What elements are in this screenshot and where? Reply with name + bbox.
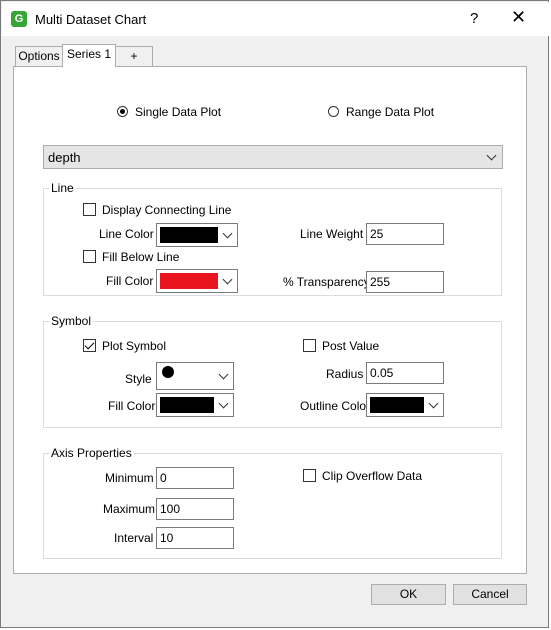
minimum-label: Minimum: [105, 471, 154, 485]
dataset-value: depth: [48, 150, 81, 165]
line-fill-color-label: Fill Color: [106, 274, 154, 288]
cancel-button[interactable]: Cancel: [453, 584, 527, 605]
ok-button[interactable]: OK: [371, 584, 446, 605]
chevron-down-icon: [218, 369, 229, 380]
line-weight-input[interactable]: [366, 223, 444, 245]
single-plot-radio[interactable]: [117, 106, 128, 117]
line-group-title: Line: [49, 181, 76, 195]
interval-label: Interval: [114, 531, 154, 545]
symbol-group-title: Symbol: [49, 314, 94, 328]
clip-overflow-checkbox[interactable]: [303, 469, 316, 482]
line-fill-color-swatch: [160, 273, 218, 289]
range-plot-radio[interactable]: [328, 106, 339, 117]
transparency-label: % Transparency: [283, 275, 370, 289]
post-value-label: Post Value: [322, 339, 380, 353]
clip-overflow-label: Clip Overflow Data: [322, 469, 423, 483]
line-weight-label: Line Weight: [300, 227, 364, 241]
symbol-fill-color-swatch: [160, 397, 214, 413]
tab-options[interactable]: Options: [15, 46, 63, 66]
minimum-input[interactable]: [156, 467, 234, 489]
filled-circle-icon: [162, 366, 174, 378]
fill-below-checkbox[interactable]: [83, 250, 96, 263]
axis-group-title: Axis Properties: [49, 446, 134, 460]
symbol-fill-color-combo[interactable]: [156, 393, 234, 417]
chevron-down-icon: [486, 150, 497, 161]
range-plot-label[interactable]: Range Data Plot: [346, 105, 434, 119]
single-plot-label[interactable]: Single Data Plot: [135, 105, 221, 119]
line-color-combo[interactable]: [156, 223, 238, 247]
symbol-fill-color-label: Fill Color: [108, 399, 156, 413]
dialog-window: G Multi Dataset Chart ? ✕ Options Series…: [0, 0, 549, 628]
checkmark-icon: [84, 339, 95, 350]
post-value-checkbox[interactable]: [303, 339, 316, 352]
fill-below-label: Fill Below Line: [102, 250, 180, 264]
display-connecting-checkbox[interactable]: [83, 203, 96, 216]
outline-color-combo[interactable]: [366, 393, 444, 417]
title-bar: G Multi Dataset Chart ? ✕: [2, 2, 549, 36]
app-icon: G: [11, 11, 27, 27]
line-fill-color-combo[interactable]: [156, 269, 238, 293]
maximum-label: Maximum: [103, 502, 156, 516]
style-label: Style: [125, 372, 152, 386]
tab-series-1[interactable]: Series 1: [62, 44, 116, 67]
transparency-input[interactable]: [366, 271, 444, 293]
chevron-down-icon: [218, 398, 229, 409]
help-button[interactable]: ?: [470, 10, 478, 27]
outline-color-label: Outline Color: [300, 399, 371, 413]
dataset-select[interactable]: depth: [43, 145, 503, 169]
radius-input[interactable]: [366, 362, 444, 384]
plot-symbol-label: Plot Symbol: [102, 339, 167, 353]
radius-label: Radius: [326, 367, 364, 381]
interval-input[interactable]: [156, 527, 234, 549]
symbol-style-combo[interactable]: [156, 362, 234, 390]
chevron-down-icon: [428, 398, 439, 409]
window-title: Multi Dataset Chart: [35, 12, 147, 27]
tab-add[interactable]: +: [115, 46, 153, 66]
chevron-down-icon: [222, 228, 233, 239]
display-connecting-label: Display Connecting Line: [102, 203, 232, 217]
line-color-swatch: [160, 227, 218, 243]
maximum-input[interactable]: [156, 498, 234, 520]
chevron-down-icon: [222, 274, 233, 285]
plot-symbol-checkbox[interactable]: [83, 339, 96, 352]
close-icon[interactable]: ✕: [511, 7, 526, 28]
outline-color-swatch: [370, 397, 424, 413]
line-color-label: Line Color: [99, 227, 154, 241]
